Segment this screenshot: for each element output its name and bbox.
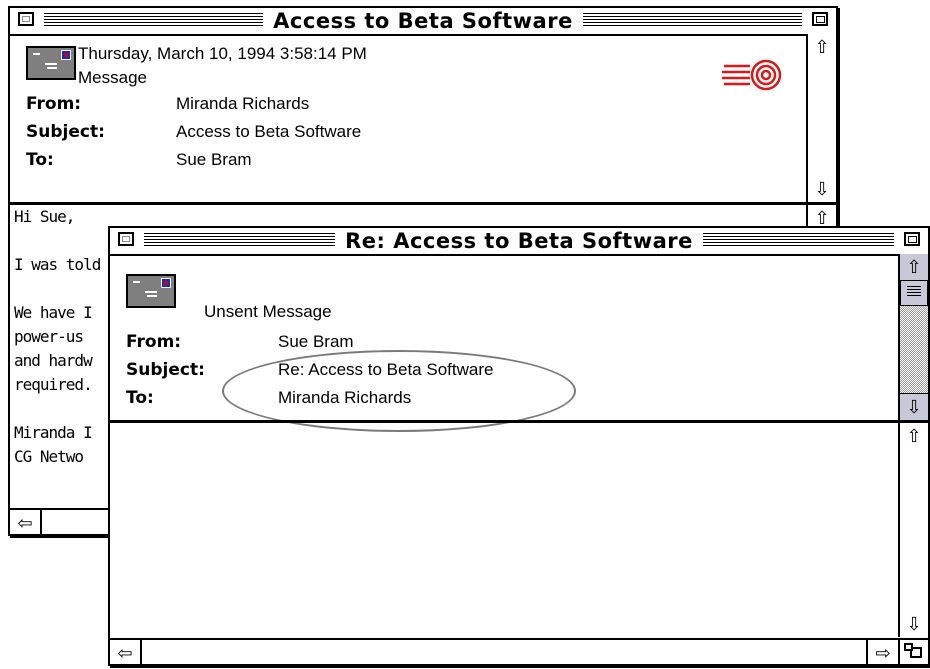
close-box-icon[interactable]: [118, 232, 134, 246]
to-value: Sue Bram: [176, 150, 252, 169]
from-value: Miranda Richards: [176, 94, 310, 113]
left-arrow-icon[interactable]: ⇦: [10, 510, 42, 536]
mail-envelope-icon: [126, 274, 176, 308]
header-scrollbar[interactable]: ⇧ ⇩: [898, 254, 928, 420]
mail-envelope-icon: [26, 46, 76, 80]
message-date: Thursday, March 10, 1994 3:58:14 PM: [78, 44, 367, 63]
back-message-header: Thursday, March 10, 1994 3:58:14 PM Mess…: [10, 34, 806, 202]
postmark-stamp-icon: [722, 59, 782, 91]
down-arrow-icon[interactable]: ⇩: [900, 611, 928, 637]
to-label: To:: [126, 388, 154, 408]
down-arrow-icon[interactable]: ⇩: [808, 176, 836, 202]
zoom-box-icon[interactable]: [812, 12, 828, 26]
up-arrow-icon[interactable]: ⇧: [900, 423, 928, 449]
reply-window-title: Re: Access to Beta Software: [335, 229, 703, 253]
left-arrow-icon[interactable]: ⇦: [110, 640, 142, 666]
message-kind: Unsent Message: [204, 302, 332, 321]
message-kind: Message: [78, 68, 147, 87]
body-line: Miranda I: [14, 423, 93, 442]
subject-label: Subject:: [126, 360, 205, 380]
zoom-box-icon[interactable]: [904, 232, 920, 246]
body-line: We have I: [14, 303, 93, 322]
reply-message-body[interactable]: [110, 423, 898, 637]
body-line: I was told: [14, 255, 101, 274]
grow-box-icon[interactable]: [898, 640, 928, 664]
subject-label: Subject:: [26, 122, 105, 142]
close-box-icon[interactable]: [18, 12, 34, 26]
body-line: CG Netwo: [14, 447, 84, 466]
reply-window-title-bar[interactable]: Re: Access to Beta Software: [110, 228, 928, 256]
subject-value: Access to Beta Software: [176, 122, 362, 141]
body-line: power-us: [14, 327, 84, 346]
up-arrow-icon[interactable]: ⇧: [808, 34, 836, 60]
down-arrow-icon[interactable]: ⇩: [900, 393, 928, 420]
body-line: Hi Sue,: [14, 207, 75, 226]
from-label: From:: [26, 94, 82, 114]
header-scrollbar[interactable]: ⇧ ⇩: [806, 34, 836, 202]
right-arrow-icon[interactable]: ⇨: [866, 640, 898, 666]
scroll-track[interactable]: [900, 306, 928, 394]
scroll-thumb[interactable]: [900, 280, 928, 306]
from-field[interactable]: Sue Bram: [278, 332, 354, 352]
body-line: and hardw: [14, 351, 93, 370]
reply-message-header: Unsent Message From: Sue Bram Subject: R…: [110, 254, 898, 432]
body-scrollbar[interactable]: ⇧ ⇩: [898, 423, 928, 637]
to-label: To:: [26, 150, 54, 170]
body-line: required.: [14, 375, 93, 394]
up-arrow-icon[interactable]: ⇧: [900, 254, 928, 281]
back-window-title-bar[interactable]: Access to Beta Software: [10, 8, 836, 36]
from-label: From:: [126, 332, 182, 352]
back-window-title: Access to Beta Software: [263, 9, 583, 33]
body-horizontal-scrollbar[interactable]: ⇦ ⇨: [110, 638, 928, 666]
reply-message-window[interactable]: Re: Access to Beta Software Unsent Messa…: [108, 226, 930, 666]
